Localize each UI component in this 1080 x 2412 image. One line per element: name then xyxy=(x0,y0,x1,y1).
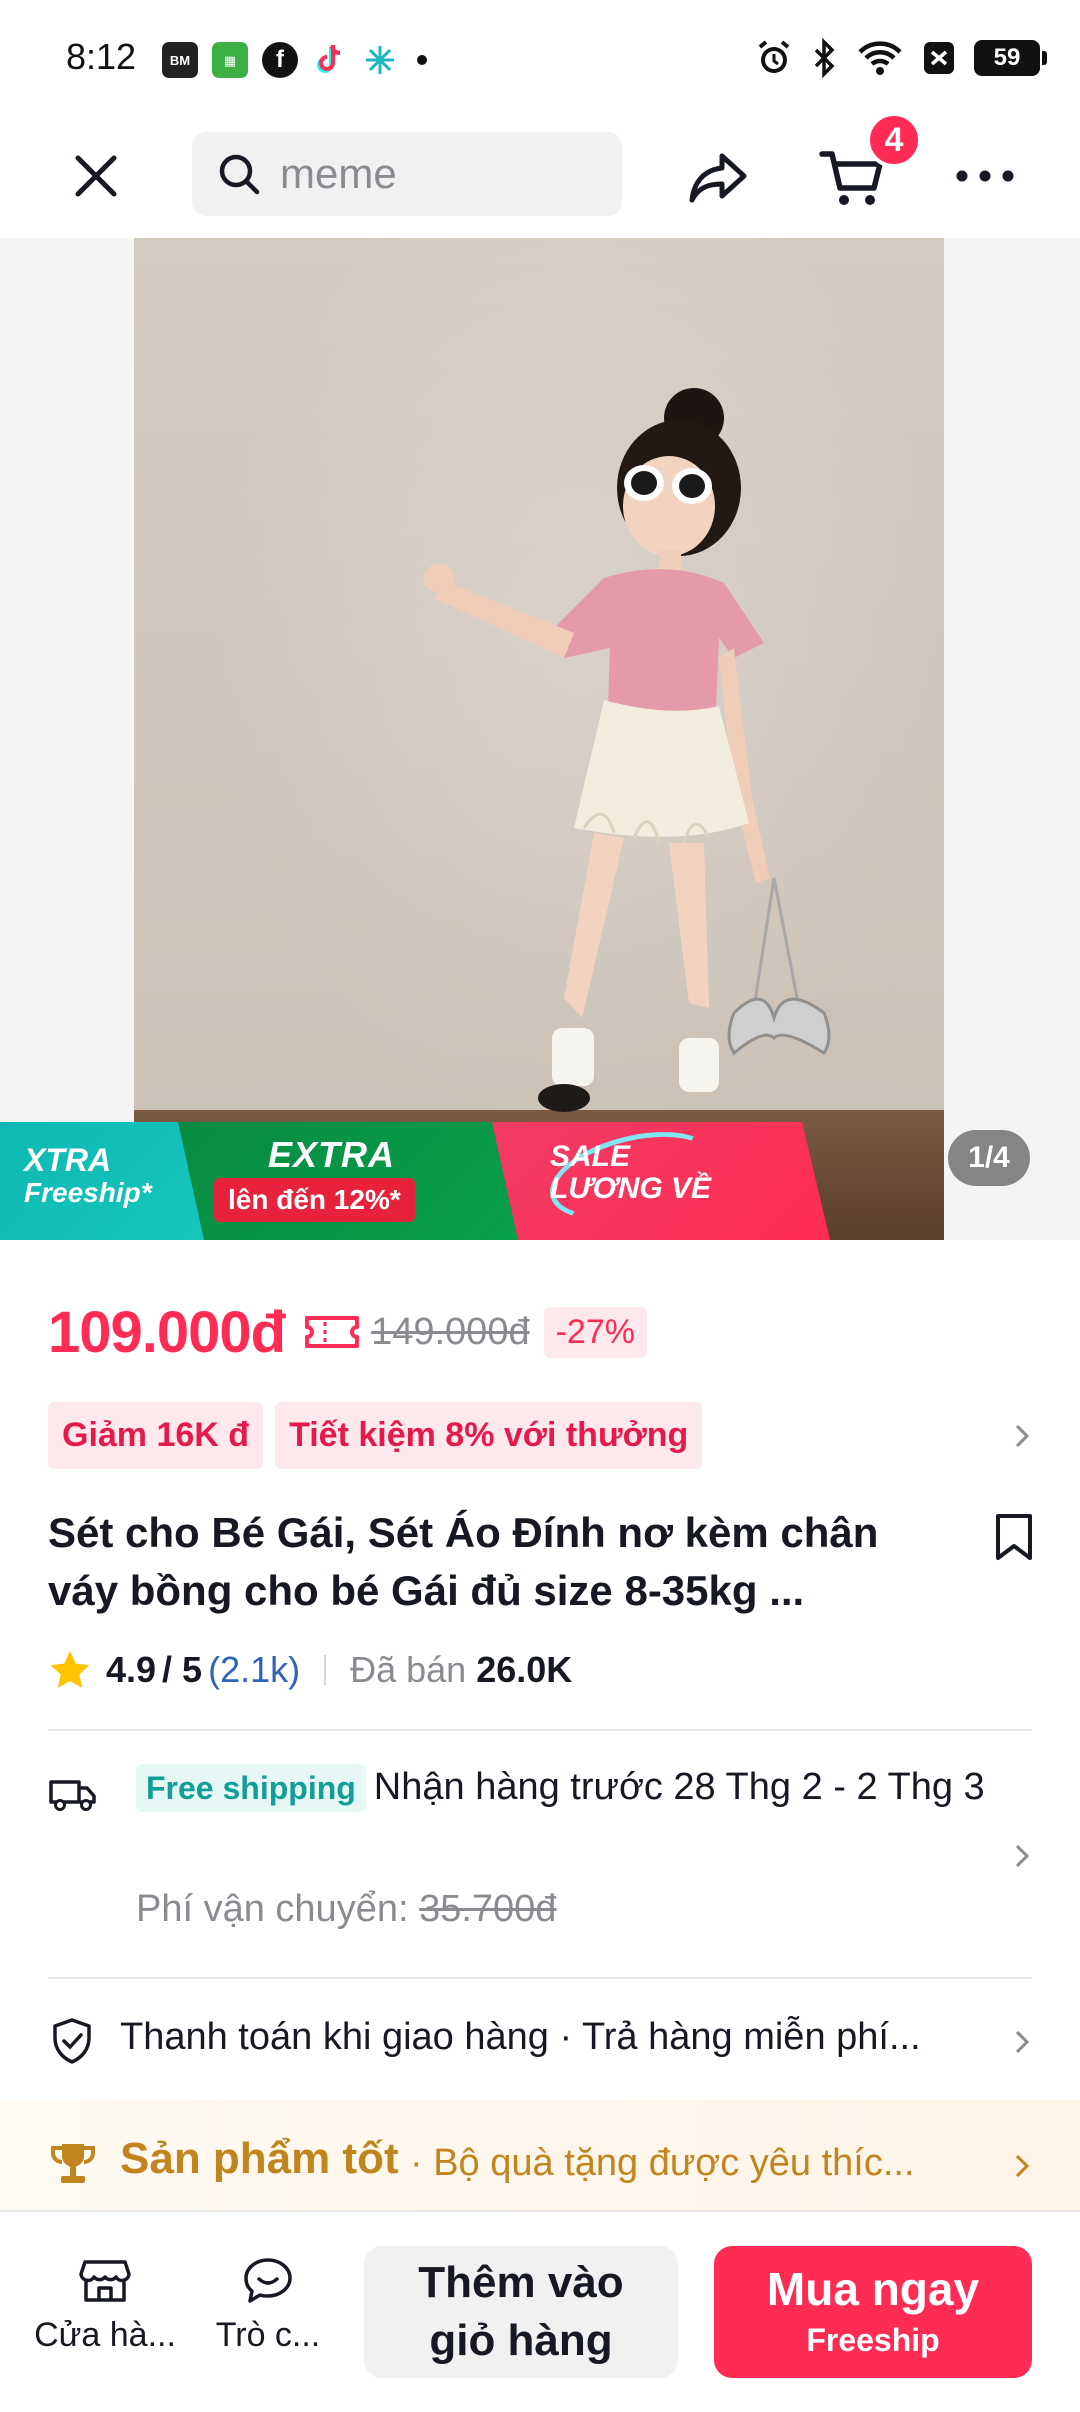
search-input[interactable]: meme xyxy=(192,132,622,216)
status-system-icons: 59 xyxy=(754,38,1047,78)
sold-value: 26.0K xyxy=(476,1649,573,1690)
chat-button[interactable]: Trò c... xyxy=(198,2252,338,2355)
divider xyxy=(48,1977,1032,1979)
discount-badge: -27% xyxy=(543,1306,647,1358)
battery-icon: 59 xyxy=(974,40,1047,76)
shop-label: Cửa hà... xyxy=(34,2316,176,2354)
chip-savings[interactable]: Tiết kiệm 8% với thưởng xyxy=(275,1401,703,1469)
top-nav: meme 4 xyxy=(0,112,1080,238)
star-icon xyxy=(50,1651,90,1688)
shipping-fee-label: Phí vận chuyển: xyxy=(136,1888,409,1930)
shield-check-icon xyxy=(53,2018,91,2064)
product-title: Sét cho Bé Gái, Sét Áo Đính nơ kèm chân … xyxy=(48,1509,879,1614)
good-product-subtitle: · Bộ quà tặng được yêu thíc... xyxy=(410,2142,915,2184)
divider xyxy=(48,1729,1032,1731)
bottom-action-bar: Cửa hà... Trò c... Thêm vào giỏ hàng Mua… xyxy=(0,2210,1080,2412)
facebook-icon: f xyxy=(262,42,298,78)
promo-sale-line2: LƯƠNG VỀ xyxy=(550,1172,712,1205)
status-time: 8:12 xyxy=(66,36,137,77)
buy-now-label: Mua ngay xyxy=(766,2263,980,2315)
rating-row[interactable]: 4.9 / 5 (2.1k) Đã bán 26.0K xyxy=(48,1644,572,1696)
price-current: 109.000đ xyxy=(48,1299,286,1365)
close-icon[interactable] xyxy=(68,148,124,204)
sim-icon xyxy=(924,42,954,74)
chevron-right-icon[interactable] xyxy=(1008,2152,1036,2180)
price-original: 149.000đ xyxy=(371,1310,530,1353)
chevron-right-icon[interactable] xyxy=(1008,1422,1036,1450)
promo-extra[interactable]: EXTRA lên đến 12%* xyxy=(178,1122,518,1240)
promo-xtra-title: XTRA xyxy=(24,1142,112,1178)
buy-now-button[interactable]: Mua ngay Freeship xyxy=(714,2246,1032,2378)
promo-xtra-sub: Freeship* xyxy=(24,1177,152,1208)
shipping-fee-old: 35.700đ xyxy=(419,1888,557,1930)
bookmark-icon[interactable] xyxy=(994,1512,1034,1562)
coupon-icon[interactable] xyxy=(303,1312,361,1352)
payment-info[interactable]: Thanh toán khi giao hàng · Trả hàng miễn… xyxy=(120,2016,960,2059)
baomoi-icon: BM xyxy=(162,42,198,78)
trophy-icon xyxy=(51,2144,95,2183)
shipping-fee: Phí vận chuyển: 35.700đ xyxy=(136,1888,556,1931)
search-icon xyxy=(219,154,260,195)
share-icon[interactable] xyxy=(686,146,750,210)
shop-icon xyxy=(79,2260,131,2302)
promotion-chips[interactable]: Giảm 16K đ Tiết kiệm 8% với thưởng xyxy=(48,1400,1038,1470)
perplexity-icon xyxy=(366,46,394,74)
app-green-icon: ▦ xyxy=(212,42,248,78)
good-product-title: Sản phẩm tốt xyxy=(120,2134,399,2183)
status-bar: 8:12 BM ▦ f 59 xyxy=(0,0,1080,120)
chat-icon xyxy=(244,2258,292,2303)
shop-button[interactable]: Cửa hà... xyxy=(30,2252,180,2355)
cart-badge: 4 xyxy=(866,112,922,168)
buy-now-sub: Freeship xyxy=(806,2322,940,2358)
bluetooth-icon xyxy=(814,38,835,78)
rating-max: / 5 xyxy=(162,1649,203,1690)
wifi-icon xyxy=(858,41,902,75)
free-shipping-badge: Free shipping xyxy=(136,1764,366,1812)
more-icon[interactable] xyxy=(950,156,1020,196)
shipping-info[interactable]: Free shipping Nhận hàng trước 28 Thg 2 - … xyxy=(136,1760,996,1814)
promo-sale-line1: SALE xyxy=(550,1140,631,1173)
promo-extra-sub: lên đến 12%* xyxy=(214,1178,415,1222)
search-placeholder: meme xyxy=(280,150,397,197)
rating-separator xyxy=(324,1655,327,1685)
price-row: 109.000đ 149.000đ -27% xyxy=(48,1292,647,1372)
add-to-cart-button[interactable]: Thêm vào giỏ hàng xyxy=(364,2246,678,2378)
tiktok-icon xyxy=(317,45,341,73)
truck-icon xyxy=(49,1780,96,1811)
delivery-estimate: Nhận hàng trước 28 Thg 2 - 2 Thg 3 xyxy=(373,1766,985,1808)
promo-extra-title: EXTRA xyxy=(268,1134,396,1175)
chip-discount[interactable]: Giảm 16K đ xyxy=(48,1401,264,1469)
sold-label: Đã bán xyxy=(350,1649,467,1690)
child-figure-illustration xyxy=(423,388,831,1112)
status-app-icons: BM ▦ f xyxy=(162,42,432,78)
chat-label: Trò c... xyxy=(215,2316,321,2354)
rating-score: 4.9 xyxy=(106,1649,157,1690)
promo-xtra-freeship[interactable]: XTRA Freeship* xyxy=(0,1122,206,1240)
chevron-right-icon[interactable] xyxy=(1008,2028,1036,2056)
product-gallery[interactable]: 1/4 xyxy=(0,238,1080,1240)
chevron-right-icon[interactable] xyxy=(1008,1842,1036,1870)
alarm-icon xyxy=(758,40,790,73)
review-count[interactable]: (2.1k) xyxy=(208,1649,300,1691)
dot-icon xyxy=(417,55,427,65)
promo-banner[interactable]: XTRA Freeship* EXTRA lên đến 12%* SALE L… xyxy=(0,1122,830,1240)
product-image[interactable] xyxy=(134,238,944,1240)
image-page-indicator: 1/4 xyxy=(948,1130,1030,1186)
promo-sale[interactable]: SALE LƯƠNG VỀ xyxy=(492,1122,830,1240)
